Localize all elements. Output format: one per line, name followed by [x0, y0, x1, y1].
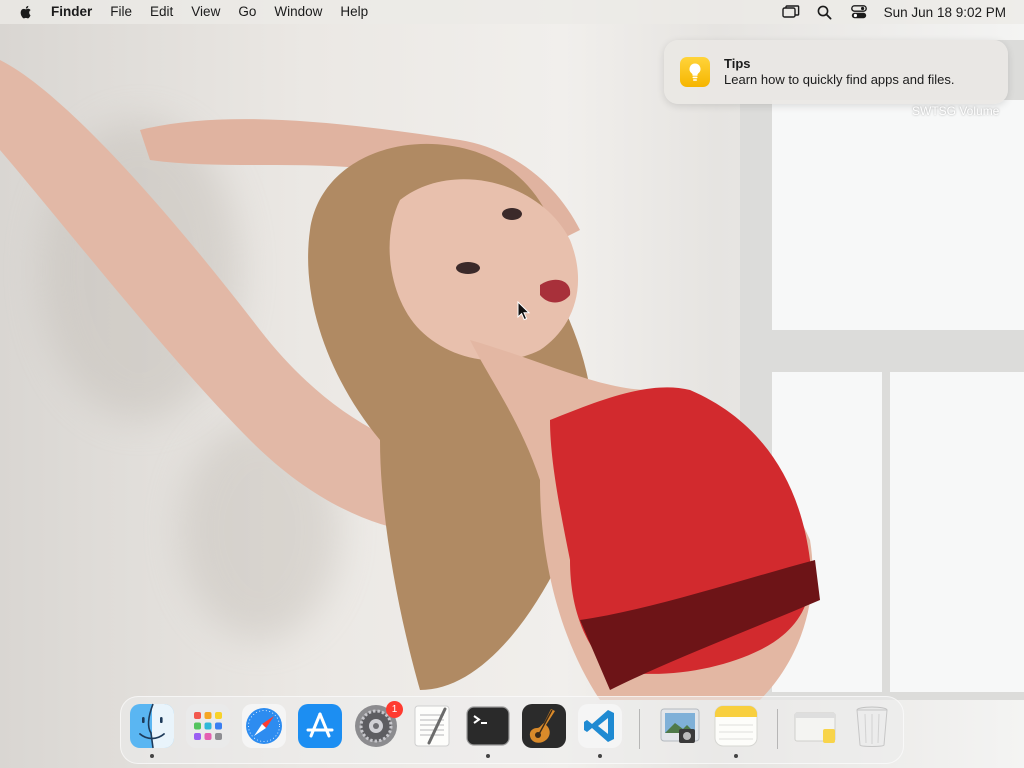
menu-clock[interactable]: Sun Jun 18 9:02 PM: [884, 5, 1006, 20]
dock: 1: [120, 696, 904, 764]
desktop-wallpaper: [0, 0, 1024, 768]
mouse-cursor-icon: [517, 301, 531, 321]
dock-safari[interactable]: [241, 703, 287, 749]
trash-icon: [856, 706, 888, 747]
spotlight-search-icon[interactable]: [808, 0, 842, 24]
menu-go[interactable]: Go: [229, 0, 265, 24]
wallpaper-figure: [0, 60, 820, 700]
dock-notes[interactable]: [713, 703, 759, 758]
finder-icon: [130, 703, 174, 749]
notification-body: Learn how to quickly find apps and files…: [724, 72, 955, 87]
notes-icon: [714, 705, 758, 747]
downloads-stack-icon: [794, 712, 836, 743]
dock-textedit[interactable]: [409, 703, 455, 749]
launchpad-icon: [186, 704, 230, 748]
dock-garageband[interactable]: [521, 703, 567, 749]
control-center-icon[interactable]: [842, 0, 876, 24]
dock-separator: [777, 709, 778, 749]
dock-separator: [639, 709, 640, 749]
menu-view[interactable]: View: [182, 0, 229, 24]
desktop-volume-label[interactable]: SWTSG Volume: [912, 104, 999, 118]
running-indicator: [486, 754, 490, 758]
vscode-icon: [578, 704, 622, 748]
screen-mirroring-icon[interactable]: [774, 0, 808, 24]
dock-launchpad[interactable]: [185, 703, 231, 749]
dock-terminal[interactable]: [465, 703, 511, 758]
menu-help[interactable]: Help: [331, 0, 377, 24]
apple-logo-icon[interactable]: [18, 4, 34, 20]
app-store-icon: [298, 704, 342, 748]
menu-window[interactable]: Window: [265, 0, 331, 24]
tips-lightbulb-icon: [680, 57, 710, 87]
menu-bar: Finder File Edit View Go Window Help Sun…: [0, 0, 1024, 24]
running-indicator: [150, 754, 154, 758]
notification-badge: 1: [386, 701, 403, 718]
dock-system-settings[interactable]: 1: [353, 701, 403, 749]
tips-notification[interactable]: Tips Learn how to quickly find apps and …: [664, 40, 1008, 104]
safari-icon: [242, 704, 286, 748]
dock-vscode[interactable]: [577, 703, 623, 758]
notification-title: Tips: [724, 56, 751, 71]
preview-icon: [660, 708, 700, 743]
dock-app-store[interactable]: [297, 703, 343, 749]
garageband-icon: [522, 704, 566, 748]
dock-preview[interactable]: [657, 703, 703, 749]
running-indicator: [734, 754, 738, 758]
dock-downloads-stack[interactable]: [793, 703, 839, 749]
menu-edit[interactable]: Edit: [141, 0, 182, 24]
menu-app-name[interactable]: Finder: [42, 0, 101, 24]
textedit-icon: [414, 705, 450, 747]
running-indicator: [598, 754, 602, 758]
dock-trash[interactable]: [849, 703, 895, 749]
dock-finder[interactable]: [129, 703, 175, 758]
menu-file[interactable]: File: [101, 0, 141, 24]
terminal-icon: [466, 706, 510, 746]
